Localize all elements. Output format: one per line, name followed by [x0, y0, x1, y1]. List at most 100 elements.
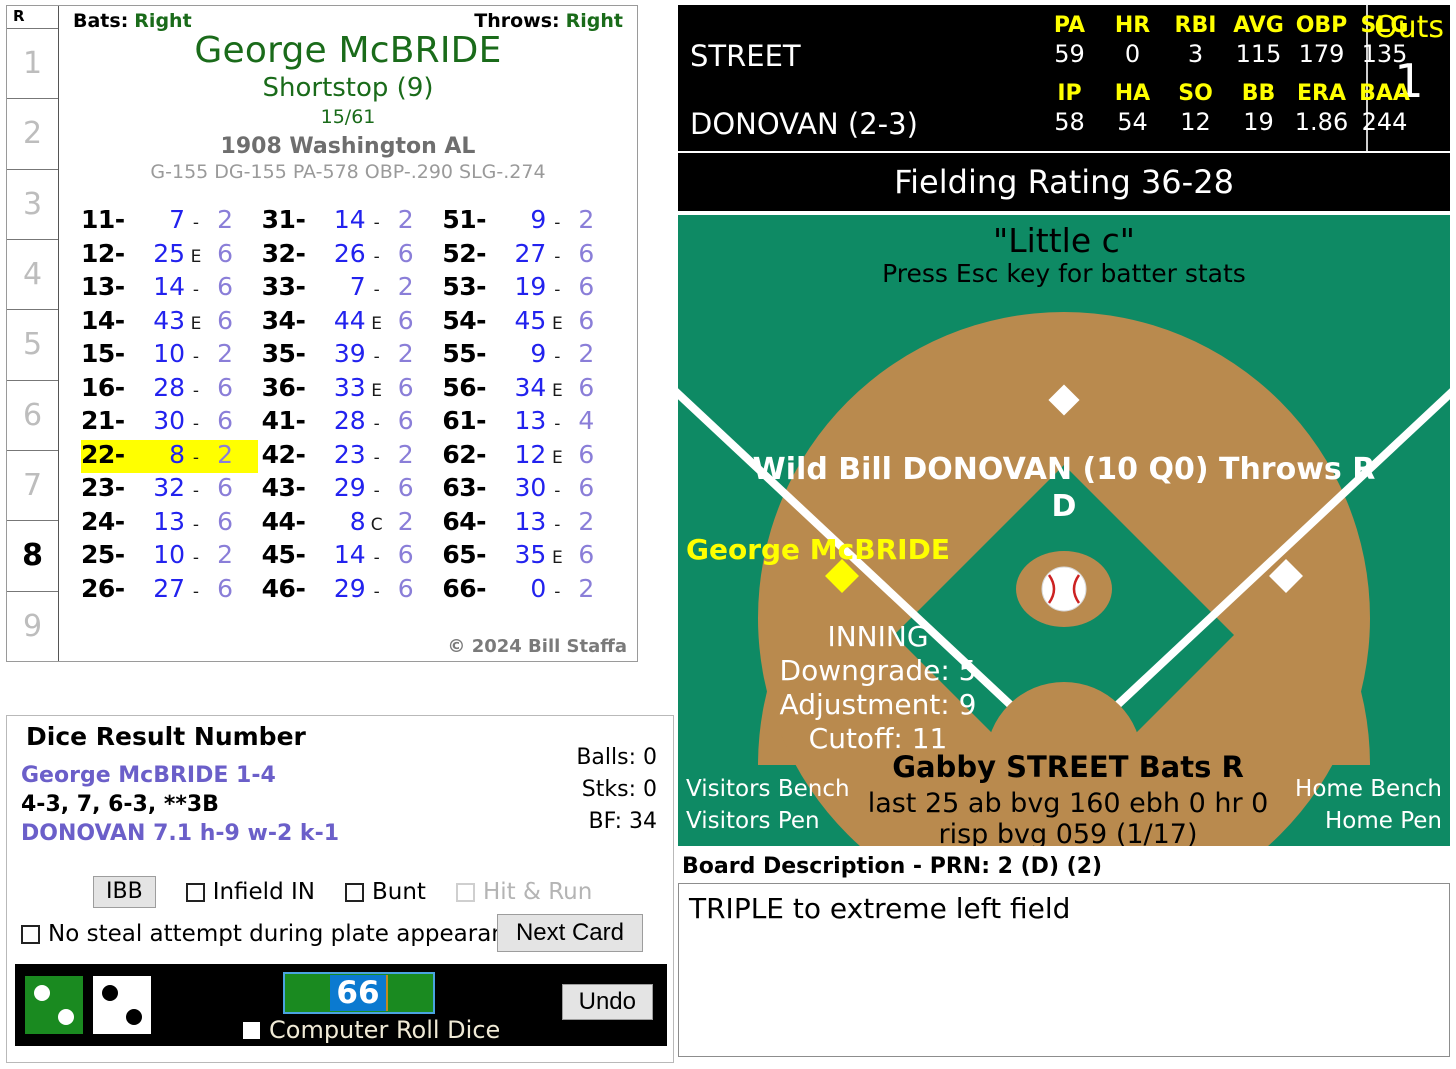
dice-roll-key: 66- — [442, 573, 486, 603]
dice-row[interactable]: 12- 25 E 6 — [81, 239, 258, 273]
dice-fielder-number: 6 — [578, 238, 595, 268]
baseball-field[interactable]: "Little c" Press Esc key for batter stat… — [678, 215, 1450, 846]
inning-cell-6[interactable]: 6 — [7, 379, 58, 450]
dice-result-number: 29 — [333, 573, 366, 603]
dice-row[interactable]: 53- 19-6 — [442, 272, 619, 306]
dice-result-flag: - — [192, 414, 200, 434]
dice-row[interactable]: 61- 13-4 — [442, 406, 619, 440]
dice-row[interactable]: 14- 43 E 6 — [81, 306, 258, 340]
dice-row[interactable]: 56- 34 E 6 — [442, 373, 619, 407]
dice-result-flag: - — [192, 213, 200, 233]
bunt-checkbox[interactable]: Bunt — [344, 879, 426, 905]
dice-row[interactable]: 42- 23-2 — [262, 440, 439, 474]
player-team: 1908 Washington AL — [220, 134, 476, 159]
dice-row[interactable]: 33- 7-2 — [262, 272, 439, 306]
inning-cell-5[interactable]: 5 — [7, 309, 58, 379]
dice-result-number: 27 — [514, 238, 547, 268]
dice-row[interactable]: 11- 7-2 — [81, 205, 258, 239]
dice-row[interactable]: 65- 35 E 6 — [442, 540, 619, 574]
dice-row[interactable]: 36- 33 E 6 — [262, 373, 439, 407]
dice-fielder-number: 2 — [217, 205, 233, 234]
dice-row[interactable]: 35- 39-2 — [262, 339, 439, 373]
inning-cell-9[interactable]: 9 — [7, 590, 58, 661]
dice-roll-key: 32- — [261, 238, 306, 268]
board-description-panel: Board Description - PRN: 2 (D) (2) TRIPL… — [678, 852, 1450, 1064]
dice-row[interactable]: 45- 14-6 — [262, 540, 439, 574]
undo-button[interactable]: Undo — [561, 984, 653, 1020]
board-description-text[interactable]: TRIPLE to extreme left field — [678, 883, 1450, 1057]
field-subtitle-hint: Press Esc key for batter stats — [882, 259, 1246, 288]
runner-on-third-label[interactable]: George McBRIDE — [686, 533, 1006, 566]
scoreboard-pitcher-stats: IP 58 HA 54 SO 12 BB 19 ERA 1.86 BAA 244 — [1038, 81, 1416, 137]
inning-cell-2[interactable]: 2 — [7, 98, 58, 168]
dice-row[interactable]: 34- 44 E 6 — [262, 306, 439, 340]
stat-header: SLG — [1360, 13, 1409, 38]
dice-row[interactable]: 66- 0-2 — [442, 574, 619, 608]
dice-result-number: 32 — [153, 473, 185, 502]
dice-row[interactable]: 52- 27-6 — [442, 239, 619, 273]
dice-row[interactable]: 16- 28-6 — [81, 373, 258, 407]
visitors-pen-link[interactable]: Visitors Pen — [686, 805, 906, 837]
checkbox-icon[interactable] — [344, 882, 364, 902]
dice-fielder-number: 6 — [217, 238, 233, 268]
dice-row[interactable]: 62- 12 E 6 — [442, 440, 619, 474]
dice-fielder-number: 2 — [217, 439, 233, 469]
inning-cell-8-current[interactable]: 8 — [7, 520, 58, 590]
dice-row[interactable]: 41- 28-6 — [262, 406, 439, 440]
dice-result-number: 14 — [333, 205, 366, 234]
dice-row[interactable]: 43- 29-6 — [262, 473, 439, 507]
dice-result-number: 43 — [153, 305, 185, 335]
infield-in-checkbox[interactable]: Infield IN — [185, 879, 315, 905]
inning-cell-1[interactable]: 1 — [7, 28, 58, 98]
dice-fielder-number: 6 — [397, 540, 414, 569]
die-white[interactable] — [93, 976, 151, 1034]
ibb-button[interactable]: IBB — [93, 876, 156, 908]
dice-row-highlighted[interactable]: 22- 8-2 — [81, 439, 258, 473]
dice-row[interactable]: 44- 8 C 2 — [262, 507, 439, 541]
dice-row[interactable]: 64- 13-2 — [442, 507, 619, 541]
dice-row[interactable]: 51- 9-2 — [442, 205, 619, 239]
dice-row[interactable]: 24- 13-6 — [81, 507, 258, 541]
inning-cell-4[interactable]: 4 — [7, 238, 58, 309]
checkbox-icon[interactable] — [21, 924, 40, 944]
dice-row[interactable]: 23- 32-6 — [81, 473, 258, 507]
dice-row[interactable]: 46- 29-6 — [262, 574, 439, 608]
stat-ip: IP 58 — [1038, 81, 1101, 137]
inning-cell-3[interactable]: 3 — [7, 168, 58, 239]
dice-result-flag: - — [554, 514, 561, 535]
roll-result-field[interactable]: 66 — [283, 972, 435, 1014]
computer-roll-dice-checkbox[interactable]: Computer Roll Dice — [243, 1016, 500, 1044]
dice-row[interactable]: 15- 10-2 — [81, 339, 258, 373]
stat-ha: HA 54 — [1101, 81, 1164, 137]
dice-result-number: 34 — [514, 372, 547, 402]
dice-row[interactable]: 54- 45 E 6 — [442, 306, 619, 340]
visitors-bench-link[interactable]: Visitors Bench — [686, 773, 906, 805]
dice-row[interactable]: 21- 30-6 — [81, 406, 258, 440]
dice-fielder-number: 6 — [397, 372, 414, 402]
dice-result-flag: - — [192, 548, 200, 568]
home-pen-link[interactable]: Home Pen — [1222, 805, 1442, 837]
next-card-button[interactable]: Next Card — [496, 914, 643, 952]
inning-cell-7[interactable]: 7 — [7, 449, 58, 520]
dice-result-number: 35 — [514, 540, 547, 569]
die-green[interactable] — [25, 976, 83, 1034]
dice-roll-key: 15- — [81, 339, 125, 368]
checkbox-icon[interactable] — [243, 1021, 260, 1039]
dice-row[interactable]: 55- 9-2 — [442, 339, 619, 373]
no-steal-checkbox[interactable]: No steal attempt during plate appearance — [21, 921, 533, 947]
dice-roll-key: 36- — [261, 372, 306, 402]
dice-row[interactable]: 13- 14-6 — [81, 272, 258, 306]
dice-row[interactable]: 32- 26-6 — [262, 239, 439, 273]
dice-roll-key: 35- — [261, 339, 306, 368]
dice-result-flag: - — [192, 447, 200, 468]
stat-value: 54 — [1117, 108, 1148, 136]
home-bench-link[interactable]: Home Bench — [1222, 773, 1442, 805]
dice-row[interactable]: 26- 27-6 — [81, 574, 258, 608]
stat-header: BAA — [1359, 81, 1410, 106]
dice-roll-key: 33- — [261, 272, 306, 301]
dice-result-flag: - — [554, 246, 561, 267]
checkbox-icon[interactable] — [185, 882, 205, 902]
dice-row[interactable]: 63- 30-6 — [442, 473, 619, 507]
dice-row[interactable]: 25- 10-2 — [81, 540, 258, 574]
dice-row[interactable]: 31- 14-2 — [262, 205, 439, 239]
